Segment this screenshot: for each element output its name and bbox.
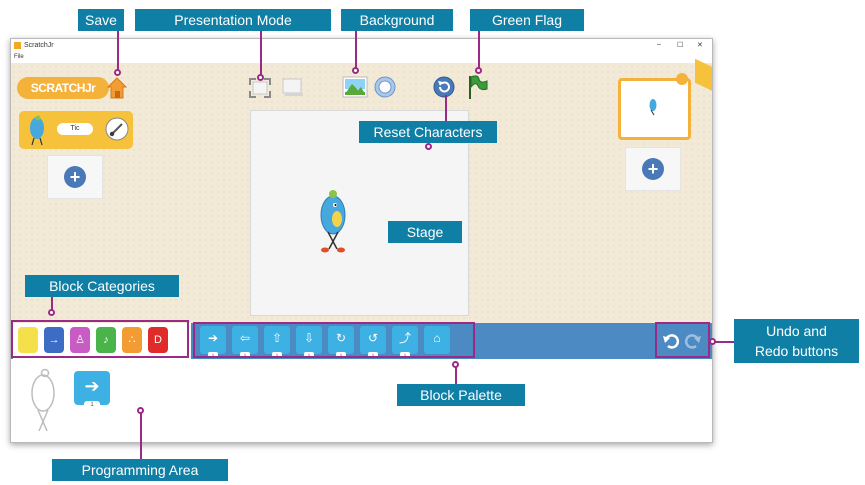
minimize-button[interactable]: – (657, 41, 661, 48)
character-outline (31, 368, 55, 432)
page-delete-badge[interactable] (676, 73, 688, 85)
page-thumbnail-sprite (649, 99, 657, 116)
program-block-move-right[interactable]: ➔ 1 (74, 371, 110, 409)
reset-icon[interactable] (433, 76, 455, 98)
dot-undo-redo (709, 338, 716, 345)
callout-save: Save (78, 9, 124, 31)
dot-presentation (257, 74, 264, 81)
card-icon[interactable] (282, 78, 304, 98)
leader-save (117, 31, 119, 71)
page-corner-tab (695, 58, 712, 92)
callout-reset-characters: Reset Characters (359, 121, 497, 143)
menu-file[interactable]: File (14, 54, 24, 60)
scratchjr-logo: SCRATCHJr (17, 77, 109, 99)
dot-green-flag (475, 67, 482, 74)
leader-undo-redo (714, 341, 734, 343)
leader-palette (455, 366, 457, 384)
app-window: ScratchJr – ☐ ✕ File SCRATCHJr Tic + + →… (10, 38, 713, 443)
plus-icon: + (642, 158, 664, 180)
callout-programming-area: Programming Area (52, 459, 228, 481)
dot-reset (425, 143, 432, 150)
undo-redo-line1: Undo and (766, 323, 827, 339)
palette-highlight (193, 322, 475, 358)
leader-programming (140, 412, 142, 459)
close-button[interactable]: ✕ (697, 41, 703, 49)
page-thumbnail[interactable] (618, 78, 691, 140)
categories-highlight (11, 320, 189, 358)
callout-block-palette: Block Palette (397, 384, 525, 406)
undo-redo-highlight (655, 322, 710, 358)
window-title: ScratchJr (24, 42, 54, 49)
sprite-name[interactable]: Tic (57, 123, 93, 135)
home-icon[interactable] (107, 77, 127, 99)
undo-redo-line2: Redo buttons (754, 343, 839, 359)
callout-stage: Stage (388, 221, 462, 243)
leader-presentation (260, 31, 262, 76)
green-flag-icon[interactable] (466, 74, 488, 100)
dot-save (114, 69, 121, 76)
callout-presentation-mode: Presentation Mode (135, 9, 331, 31)
callout-background: Background (341, 9, 453, 31)
add-page-button[interactable]: + (625, 147, 681, 191)
dot-background (352, 67, 359, 74)
leader-green-flag (478, 31, 480, 69)
leader-background (355, 31, 357, 69)
callout-green-flag: Green Flag (470, 9, 584, 31)
callout-block-categories: Block Categories (25, 275, 179, 297)
text-icon[interactable] (374, 76, 396, 98)
plus-icon: + (64, 166, 86, 188)
dot-programming (137, 407, 144, 414)
character-tic[interactable] (311, 187, 355, 257)
callout-undo-redo: Undo and Redo buttons (734, 319, 859, 363)
landscape-icon[interactable] (342, 76, 368, 98)
maximize-button[interactable]: ☐ (677, 41, 683, 49)
paintbrush-icon[interactable] (105, 117, 129, 141)
leader-reset (445, 95, 447, 121)
programming-area[interactable]: ➔ 1 (11, 359, 712, 442)
sprite-thumbnail (30, 115, 44, 146)
app-icon (14, 42, 21, 49)
dot-palette (452, 361, 459, 368)
dot-categories (48, 309, 55, 316)
sprite-card[interactable]: Tic (19, 111, 133, 149)
add-sprite-button[interactable]: + (47, 155, 103, 199)
program-block-number: 1 (84, 401, 100, 409)
